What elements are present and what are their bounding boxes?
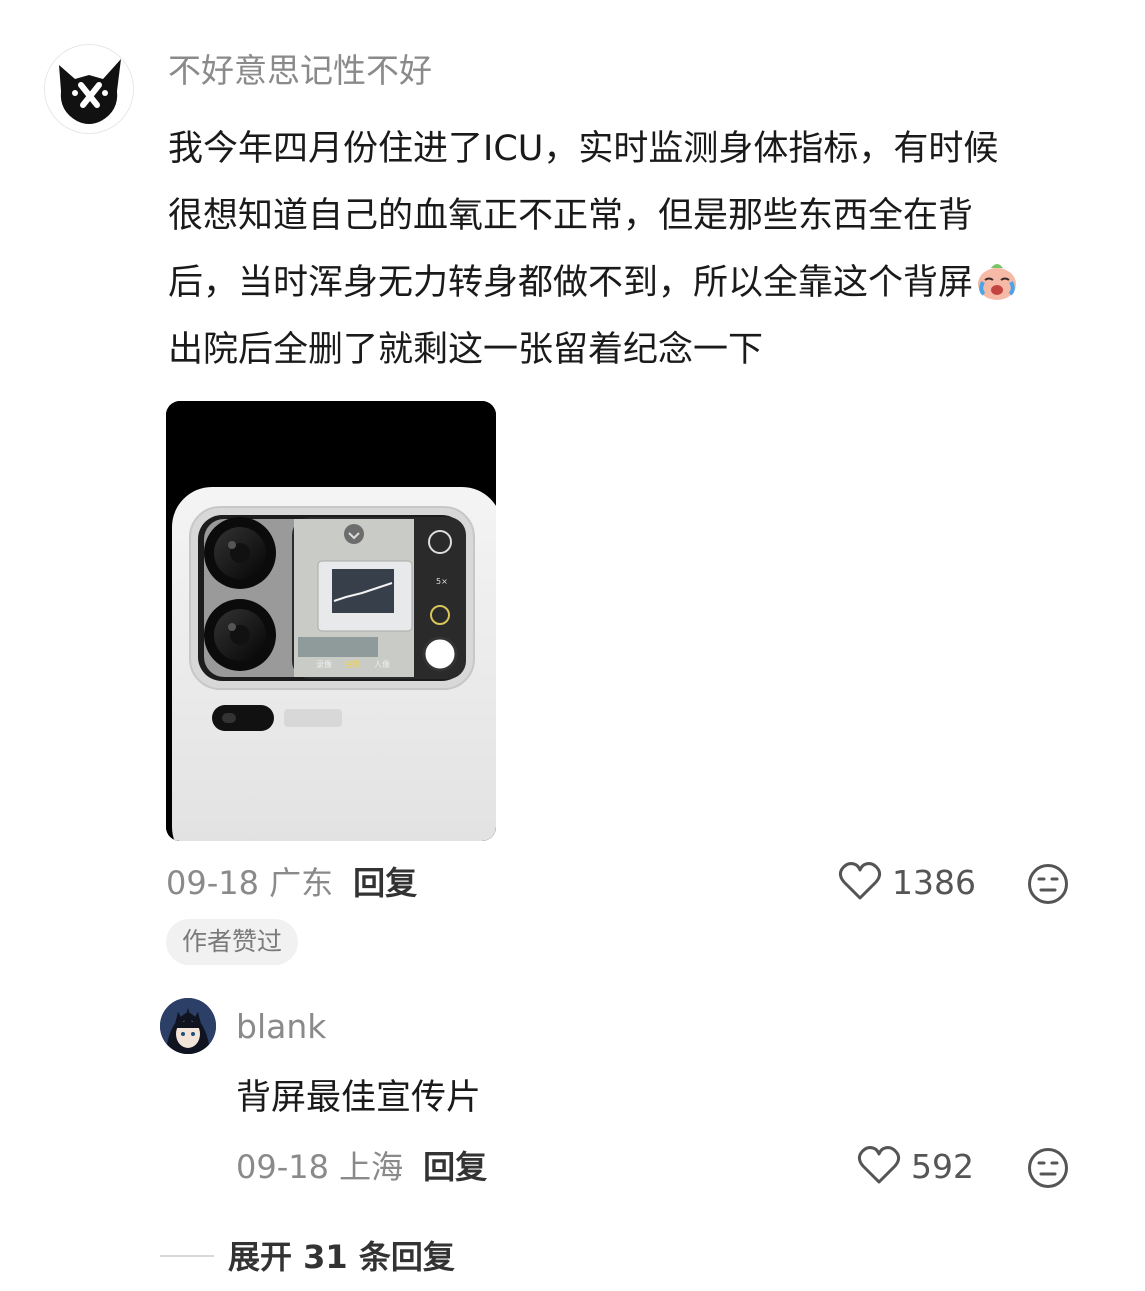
reply-button[interactable]: 回复 — [423, 1148, 487, 1186]
comment-photo[interactable]: 5× 录像 拍照 人像 — [166, 401, 496, 841]
comment-line: 我今年四月份住进了ICU，实时监测身体指标，有时候 — [168, 129, 999, 169]
comment-line: 后，当时浑身无力转身都做不到，所以全靠这个背屏 — [168, 250, 1098, 317]
avatar[interactable] — [44, 44, 134, 134]
comment-line: 很想知道自己的血氧正不正常，但是那些东西全在背 — [168, 196, 974, 236]
author-liked-badge: 作者赞过 — [166, 919, 299, 965]
anime-avatar-icon — [160, 998, 216, 1054]
dislike-face-icon[interactable] — [1027, 863, 1069, 905]
reply-meta: 09-18 上海 回复 — [236, 1144, 487, 1190]
heart-icon — [838, 862, 882, 900]
comment-username[interactable]: 不好意思记性不好 — [168, 48, 432, 94]
reply-username[interactable]: blank — [236, 1004, 326, 1050]
expand-divider — [160, 1255, 214, 1257]
reply-button[interactable]: 回复 — [353, 864, 417, 902]
reply-text: 背屏最佳宣传片 — [236, 1078, 482, 1118]
camera-mode: 拍照 — [344, 659, 360, 669]
comment-text: 我今年四月份住进了ICU，实时监测身体指标，有时候 很想知道自己的血氧正不正常，… — [168, 116, 1098, 384]
dislike-face-icon[interactable] — [1027, 1147, 1069, 1189]
camera-mode: 人像 — [374, 659, 390, 669]
like-count: 592 — [911, 1147, 974, 1186]
like-button[interactable]: 1386 — [838, 860, 976, 906]
crying-emoji-icon — [978, 264, 1017, 300]
like-count: 1386 — [892, 863, 976, 902]
cat-avatar-icon — [45, 45, 133, 133]
phone-rear-screen-photo: 5× 录像 拍照 人像 — [166, 401, 496, 841]
camera-mode: 录像 — [316, 659, 332, 669]
comment-line-text: 后，当时浑身无力转身都做不到，所以全靠这个背屏 — [168, 263, 974, 303]
zoom-label: 5× — [436, 577, 448, 586]
reply-date-location: 09-18 上海 — [236, 1148, 404, 1186]
comment-line: 出院后全删了就剩这一张留着纪念一下 — [168, 330, 764, 370]
comment-date-location: 09-18 广东 — [166, 864, 334, 902]
expand-replies-button[interactable]: 展开 31 条回复 — [228, 1234, 455, 1280]
like-button[interactable]: 592 — [857, 1144, 974, 1190]
avatar[interactable] — [160, 998, 216, 1054]
comment-meta: 09-18 广东 回复 — [166, 860, 417, 906]
heart-icon — [857, 1146, 901, 1184]
